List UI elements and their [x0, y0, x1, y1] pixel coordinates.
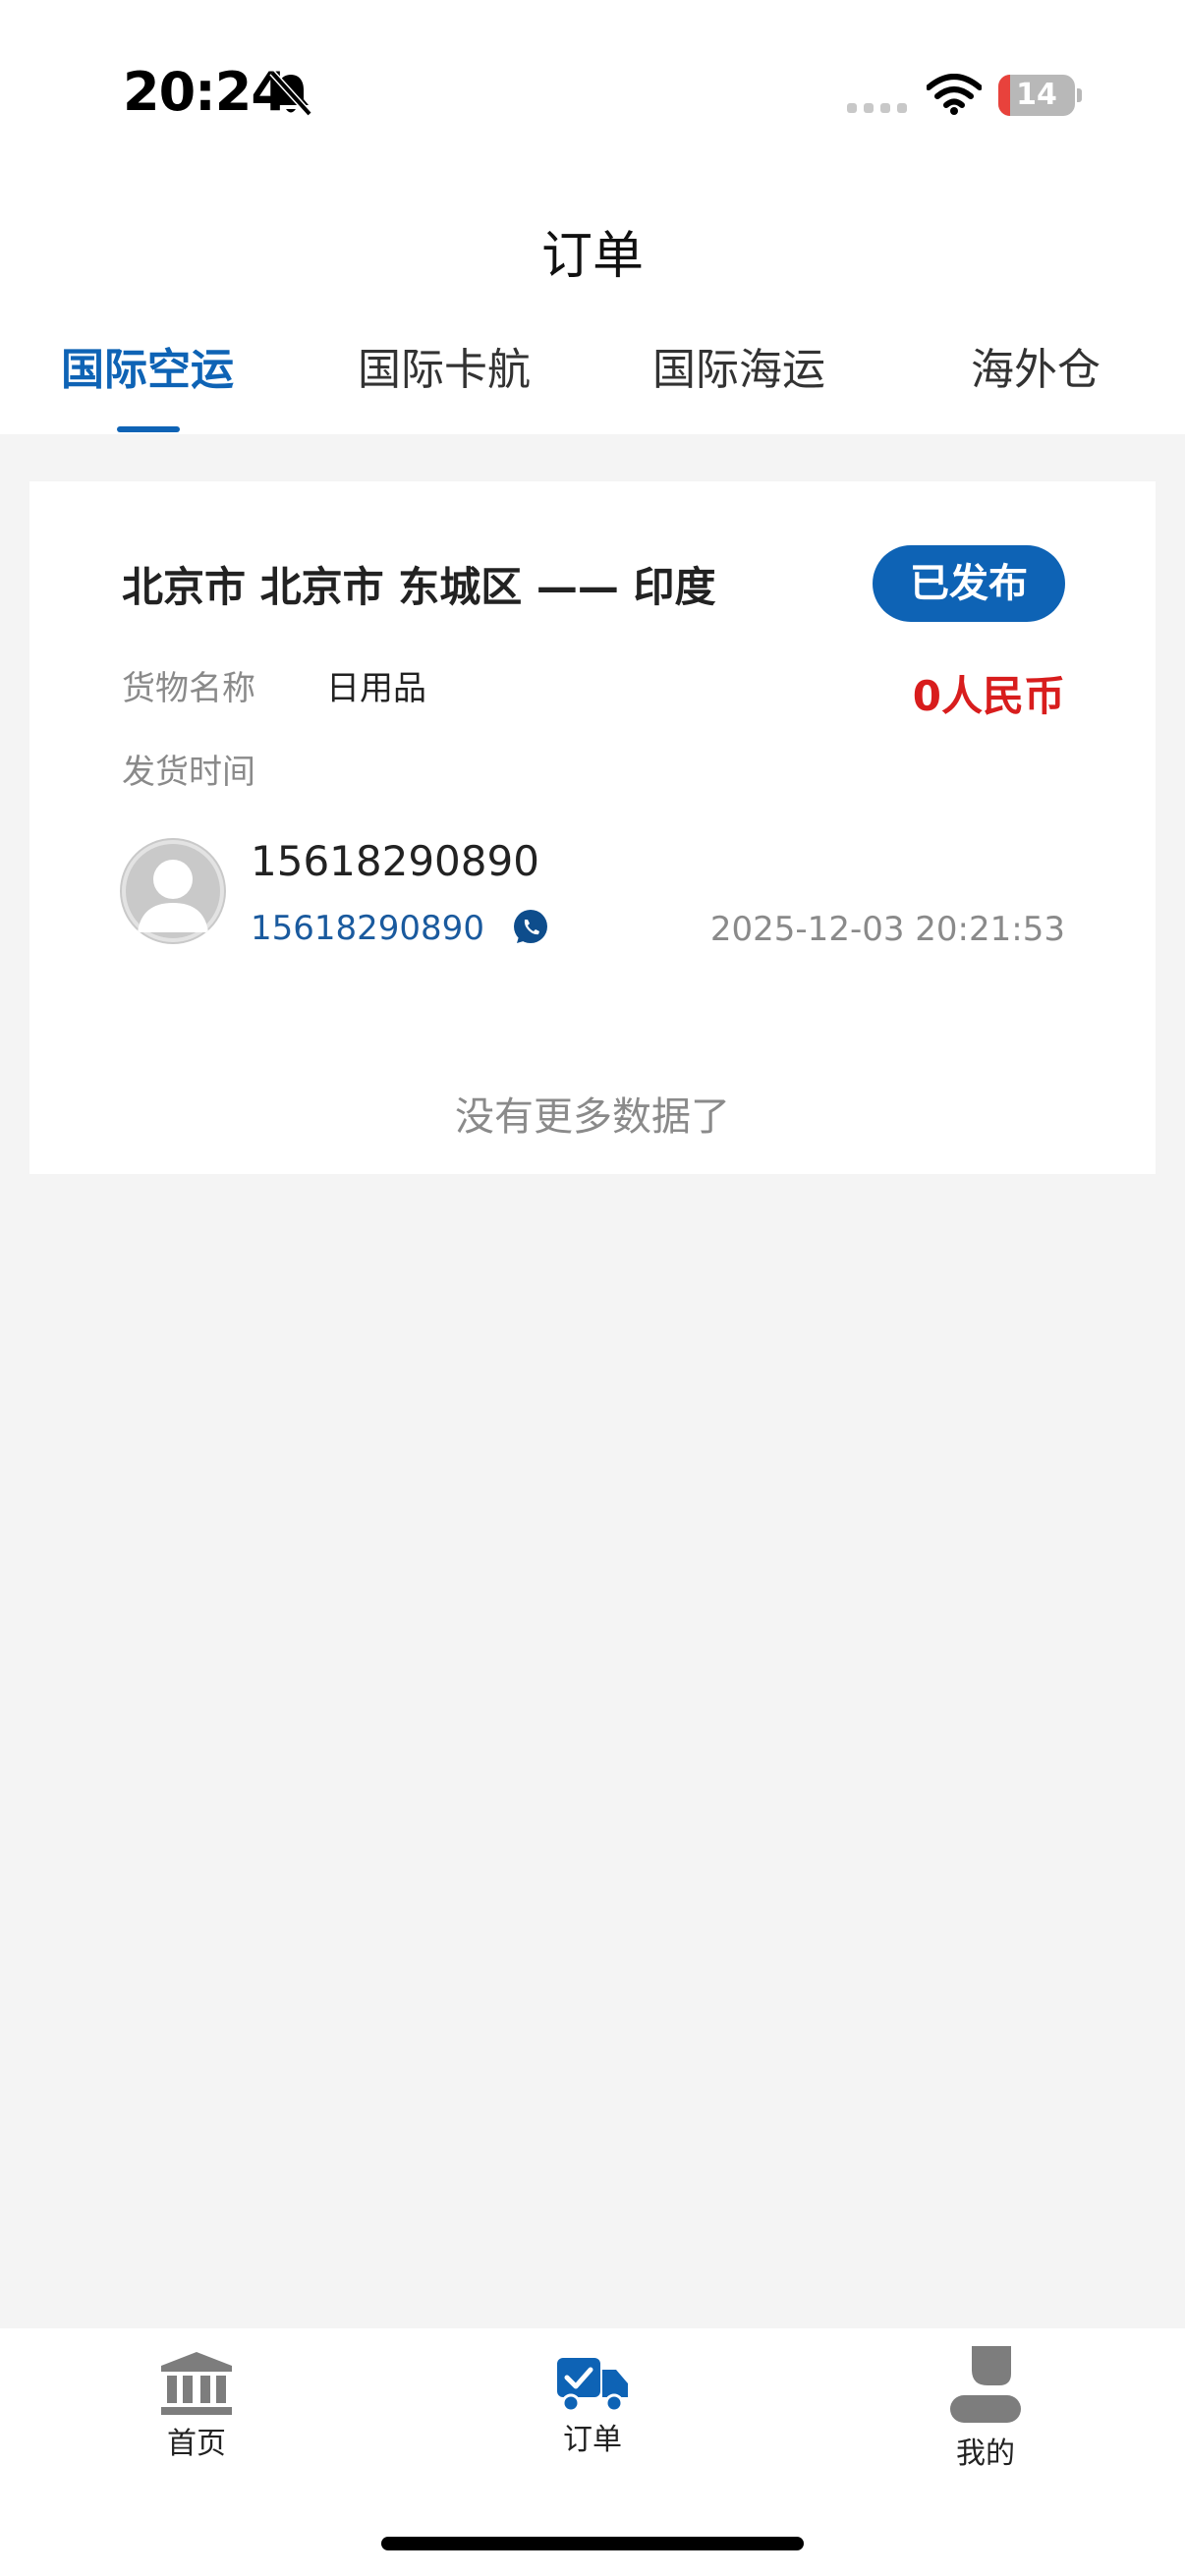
bank-icon: [161, 2352, 232, 2415]
tab-overseas-warehouse[interactable]: 海外仓: [888, 334, 1183, 434]
nav-home[interactable]: 首页: [88, 2328, 305, 2486]
status-bar: 20:24 14: [0, 0, 1185, 187]
tab-label: 国际海运: [652, 345, 825, 395]
tab-bar: 国际空运 国际卡航 国际海运 海外仓: [0, 334, 1185, 434]
nav-orders[interactable]: 订单: [484, 2328, 701, 2486]
whatsapp-icon[interactable]: [511, 908, 550, 947]
signal-icon: [847, 103, 907, 113]
list-end-message: 没有更多数据了: [455, 1094, 730, 1140]
nav-label: 订单: [563, 2423, 622, 2457]
posted-timestamp: 2025-12-03 20:21:53: [709, 910, 1065, 949]
order-price: 0人民币: [912, 672, 1065, 720]
status-badge: 已发布: [873, 545, 1065, 622]
battery-icon: 14: [998, 75, 1075, 116]
active-tab-indicator: [117, 426, 180, 432]
status-time: 20:24: [123, 61, 288, 123]
tab-label: 国际卡航: [358, 345, 531, 395]
battery-nub: [1077, 88, 1082, 102]
contact-name: 15618290890: [251, 837, 539, 885]
contact-phone-link[interactable]: 15618290890: [251, 909, 484, 948]
tab-truck-freight[interactable]: 国际卡航: [297, 334, 592, 434]
user-icon: [950, 2346, 1021, 2423]
order-card[interactable]: 北京市 北京市 东城区 —— 印度 已发布 货物名称 日用品 0人民币 发货时间…: [29, 481, 1156, 1174]
header: 订单 国际空运 国际卡航 国际海运 海外仓: [0, 187, 1185, 434]
page-title: 订单: [540, 227, 644, 286]
tab-air-freight[interactable]: 国际空运: [0, 334, 295, 434]
home-indicator: [381, 2537, 804, 2550]
goods-name-value: 日用品: [326, 669, 426, 708]
truck-icon: [557, 2358, 628, 2413]
user-silhouette-icon: [122, 840, 224, 942]
ship-time-label: 发货时间: [122, 753, 255, 792]
battery-level: 14: [1016, 78, 1057, 112]
bell-slash-icon: [269, 70, 312, 117]
wifi-icon: [927, 74, 982, 115]
order-route: 北京市 北京市 东城区 —— 印度: [122, 563, 716, 611]
avatar: [120, 838, 226, 944]
tab-label: 海外仓: [971, 345, 1100, 395]
screen: 20:24 14 订单 国际空运 国际卡航 国际海运 海外仓 北京市 北京市 东…: [0, 0, 1185, 2576]
nav-label: 首页: [167, 2427, 226, 2461]
goods-name-label: 货物名称: [122, 669, 255, 708]
nav-profile[interactable]: 我的: [877, 2328, 1094, 2486]
tab-sea-freight[interactable]: 国际海运: [592, 334, 886, 434]
tab-label: 国际空运: [61, 345, 234, 395]
nav-label: 我的: [956, 2436, 1015, 2471]
